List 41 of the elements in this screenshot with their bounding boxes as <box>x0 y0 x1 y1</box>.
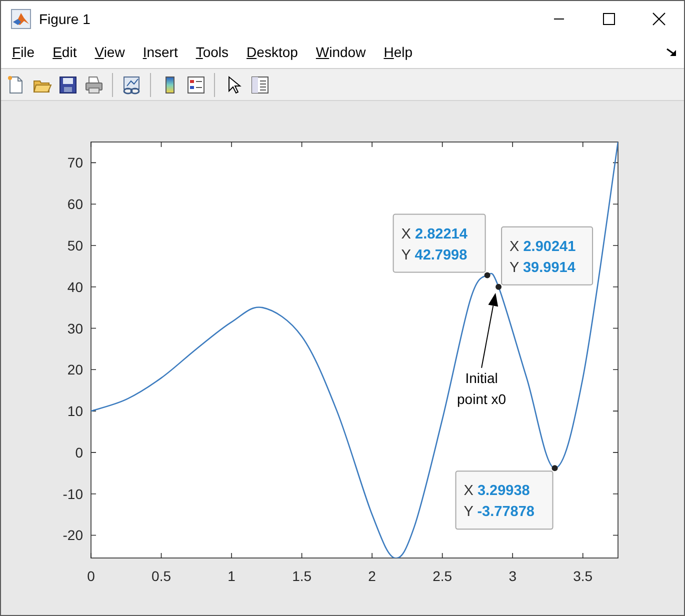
maximize-icon <box>602 12 616 26</box>
x-tick-label: 2.5 <box>432 568 452 584</box>
datatip-x-text: X 2.82214 <box>401 226 468 242</box>
datatip-y-text: Y -3.77878 <box>464 504 534 520</box>
y-tick-label: 30 <box>67 320 83 336</box>
y-tick-label: 10 <box>67 403 83 420</box>
menu-item[interactable]: Insert <box>136 40 185 64</box>
datatip-y-text: Y 39.9914 <box>510 260 576 276</box>
y-tick-label: 0 <box>75 444 83 460</box>
x-tick-label: 3.5 <box>573 568 593 584</box>
datatip-marker <box>552 465 558 472</box>
x-tick-label: 2 <box>368 568 376 584</box>
annotation-text: Initial point x0 <box>457 370 506 407</box>
menu-item[interactable]: Tools <box>188 40 236 64</box>
x-tick-label: 1 <box>228 568 236 584</box>
menu-item[interactable]: Desktop <box>240 40 305 64</box>
menu-item[interactable]: Help <box>376 40 420 64</box>
y-tick-label: -10 <box>62 486 83 502</box>
x-tick-label: 1.5 <box>292 568 312 584</box>
window-title: Figure 1 <box>39 10 92 26</box>
y-tick-label: 20 <box>67 362 83 378</box>
datatip-y-text: Y 42.7998 <box>401 247 468 264</box>
x-tick-label: 3 <box>508 568 516 584</box>
y-tick-label: 60 <box>67 196 83 212</box>
y-tick-label: 50 <box>67 237 83 254</box>
datatip-marker <box>484 272 490 278</box>
y-tick-label: -20 <box>62 527 83 544</box>
datatip-x-text: X 2.90241 <box>510 238 576 255</box>
menu-item[interactable]: Window <box>308 40 373 64</box>
x-tick-label: 0.5 <box>152 568 171 584</box>
menu-item[interactable]: View <box>88 40 132 64</box>
menu-item[interactable]: File <box>5 40 42 64</box>
y-tick-label: 40 <box>67 278 83 295</box>
dock-arrow-icon[interactable] <box>666 46 678 58</box>
datatip-marker <box>496 284 502 290</box>
close-icon <box>652 12 666 26</box>
app-logo-icon <box>11 8 31 28</box>
datatip-x-text: X 3.29938 <box>464 483 530 500</box>
menu-item[interactable]: Edit <box>46 40 84 64</box>
y-tick-label: 70 <box>67 154 83 171</box>
x-tick-label: 0 <box>87 568 95 584</box>
